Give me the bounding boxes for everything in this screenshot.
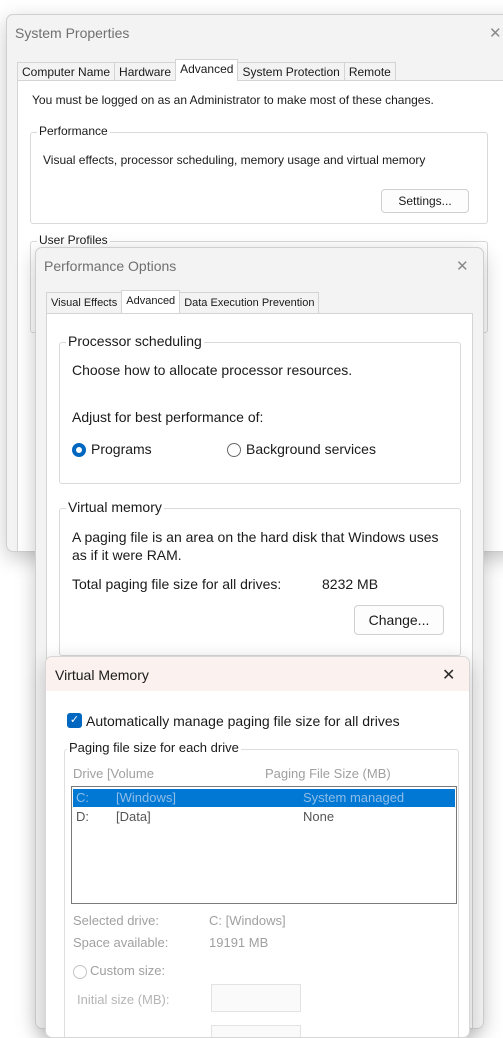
- performance-legend: Performance: [37, 124, 110, 138]
- processor-scheduling-description: Choose how to allocate processor resourc…: [72, 362, 353, 378]
- tab-visual-effects[interactable]: Visual Effects: [46, 292, 123, 313]
- close-icon[interactable]: ✕: [489, 24, 502, 42]
- user-profiles-legend: User Profiles: [37, 233, 110, 247]
- drive-paging-size: None: [303, 809, 335, 824]
- processor-scheduling-legend: Processor scheduling: [66, 333, 204, 349]
- auto-manage-checkbox[interactable]: ✓: [67, 713, 82, 728]
- window-title: System Properties: [15, 25, 130, 41]
- tab-hardware[interactable]: Hardware: [114, 62, 177, 81]
- paging-file-group: Paging file size for each drive Drive [V…: [64, 740, 459, 1037]
- paging-legend: Paging file size for each drive: [67, 740, 241, 755]
- admin-notice: You must be logged on as an Administrato…: [32, 93, 434, 107]
- tab-data-execution-prevention[interactable]: Data Execution Prevention: [179, 292, 320, 313]
- total-paging-value: 8232 MB: [322, 576, 379, 592]
- drive-letter: C:: [76, 790, 89, 805]
- space-available-label: Space available:: [73, 935, 169, 950]
- virtual-memory-description-line2: as if it were RAM.: [72, 547, 182, 563]
- processor-scheduling-group: Processor scheduling Choose how to alloc…: [59, 333, 461, 484]
- tab-computer-name[interactable]: Computer Name: [17, 62, 116, 81]
- table-row[interactable]: C: [Windows] System managed: [73, 789, 455, 807]
- drive-letter: D:: [76, 809, 89, 824]
- maximum-size-input[interactable]: [211, 1025, 301, 1037]
- initial-size-input[interactable]: [211, 984, 301, 1012]
- close-icon[interactable]: ✕: [456, 257, 469, 275]
- programs-radio[interactable]: [72, 443, 86, 457]
- initial-size-label: Initial size (MB):: [77, 992, 170, 1007]
- selected-drive-label: Selected drive:: [73, 913, 159, 928]
- settings-button[interactable]: Settings...: [381, 189, 469, 213]
- tab-strip: Computer Name Hardware Advanced System P…: [17, 59, 396, 81]
- custom-size-radio[interactable]: [73, 965, 87, 979]
- column-size-header: Paging File Size (MB): [265, 766, 391, 781]
- tab-advanced[interactable]: Advanced: [121, 290, 181, 313]
- virtual-memory-description-line1: A paging file is an area on the hard dis…: [72, 529, 439, 545]
- adjust-label: Adjust for best performance of:: [72, 409, 264, 425]
- column-drive-header: Drive [Volume: [73, 766, 154, 781]
- custom-size-label[interactable]: Custom size:: [90, 963, 165, 978]
- space-available-value: 19191 MB: [209, 935, 269, 950]
- total-paging-label: Total paging file size for all drives:: [72, 576, 282, 592]
- virtual-memory-legend: Virtual memory: [66, 499, 164, 515]
- tab-advanced[interactable]: Advanced: [175, 59, 239, 81]
- background-services-label[interactable]: Background services: [246, 441, 376, 457]
- selected-drive-value: C: [Windows]: [209, 913, 286, 928]
- drive-volume: [Windows]: [116, 790, 176, 805]
- drive-paging-size: System managed: [303, 790, 405, 805]
- table-row[interactable]: D: [Data] None: [73, 808, 455, 826]
- virtual-memory-group: Virtual memory A paging file is an area …: [59, 499, 461, 656]
- virtual-memory-dialog: Virtual Memory ✕ ✓ Automatically manage …: [45, 656, 470, 1038]
- change-button[interactable]: Change...: [354, 605, 444, 635]
- performance-description: Visual effects, processor scheduling, me…: [43, 153, 426, 167]
- tab-system-protection[interactable]: System Protection: [237, 62, 345, 81]
- close-icon[interactable]: ✕: [442, 665, 455, 685]
- programs-label[interactable]: Programs: [91, 441, 152, 457]
- dialog-title: Virtual Memory: [55, 667, 149, 683]
- drive-volume: [Data]: [116, 809, 151, 824]
- performance-group: Performance Visual effects, processor sc…: [30, 124, 488, 224]
- window-title: Performance Options: [44, 258, 177, 274]
- tab-strip: Visual Effects Advanced Data Execution P…: [46, 290, 320, 313]
- background-services-radio[interactable]: [227, 443, 241, 457]
- drive-list[interactable]: C: [Windows] System managed D: [Data] No…: [71, 786, 457, 904]
- auto-manage-label[interactable]: Automatically manage paging file size fo…: [86, 713, 400, 729]
- tab-remote[interactable]: Remote: [343, 62, 396, 81]
